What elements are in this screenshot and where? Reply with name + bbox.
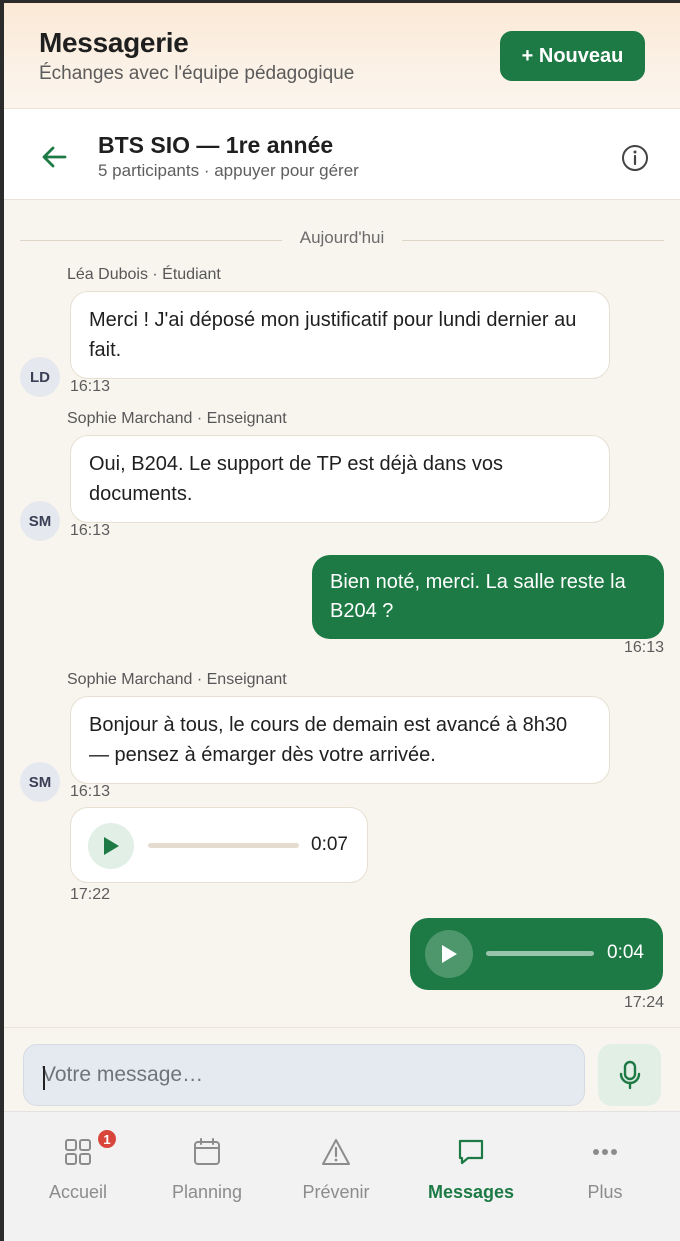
audio-duration: 0:07 — [311, 834, 348, 855]
audio-progress-track[interactable] — [148, 843, 299, 848]
notification-badge: 1 — [96, 1128, 118, 1150]
nav-item-label: Planning — [171, 1182, 243, 1202]
conversation-header[interactable]: BTS SIO — 1re année 5 participants · app… — [4, 109, 680, 200]
info-icon — [622, 145, 648, 171]
text-caret — [43, 1066, 45, 1090]
message-time: 16:13 — [70, 783, 111, 800]
message-list[interactable]: Aujourd'hui Léa Dubois · Étudiant Merci … — [4, 200, 680, 1027]
audio-progress-track[interactable] — [486, 951, 594, 956]
message-bubble[interactable]: Merci ! J'ai déposé mon justificatif pou… — [70, 291, 610, 379]
voice-message[interactable]: 0:07 — [70, 807, 368, 883]
audio-duration: 0:04 — [607, 942, 644, 963]
day-separator: Aujourd'hui — [20, 228, 664, 252]
nav-item-label: Plus — [587, 1182, 623, 1202]
info-button[interactable] — [618, 141, 652, 175]
avatar[interactable]: SM — [20, 501, 60, 541]
page-title: Messagerie — [39, 27, 189, 58]
message-composer — [4, 1027, 680, 1111]
message-sender: Léa Dubois · Étudiant — [67, 266, 221, 283]
message-input[interactable] — [23, 1044, 585, 1106]
own-voice-message[interactable]: 0:04 — [410, 918, 663, 990]
grid-icon — [65, 1139, 91, 1165]
nav-item-label: Messages — [427, 1182, 515, 1202]
nav-item-label: Accueil — [48, 1182, 108, 1202]
app-screen: Messagerie Échanges avec l'équipe pédago… — [4, 3, 680, 1241]
voice-record-button[interactable] — [598, 1044, 661, 1106]
bottom-navigation: 1 Accueil Planning Prévenir Messages Plu… — [4, 1111, 680, 1241]
message-time: 17:22 — [70, 886, 111, 903]
play-icon — [442, 945, 457, 963]
play-icon — [104, 837, 119, 855]
arrow-left-icon — [42, 146, 67, 168]
conversation-participants[interactable]: 5 participants · appuyer pour gérer — [98, 161, 359, 181]
message-time: 16:13 — [70, 378, 111, 395]
conversation-title[interactable]: BTS SIO — 1re année — [98, 132, 333, 159]
message-sender: Sophie Marchand · Enseignant — [67, 410, 287, 427]
page-subtitle: Échanges avec l'équipe pédagogique — [39, 63, 355, 84]
play-button[interactable] — [88, 823, 134, 869]
message-bubble[interactable]: Oui, B204. Le support de TP est déjà dan… — [70, 435, 610, 523]
nav-item-planning[interactable]: Planning — [147, 1112, 267, 1212]
nav-item-label: Prévenir — [302, 1182, 370, 1202]
warning-icon — [322, 1139, 350, 1165]
nav-item-accueil[interactable]: 1 Accueil — [18, 1112, 138, 1212]
nav-item-prevenir[interactable]: Prévenir — [276, 1112, 396, 1212]
new-conversation-button[interactable]: + Nouveau — [500, 31, 645, 81]
message-time: 16:13 — [70, 522, 111, 539]
own-message-bubble[interactable]: Bien noté, merci. La salle reste la B204… — [312, 555, 664, 639]
microphone-icon — [619, 1060, 640, 1090]
day-separator-label: Aujourd'hui — [287, 228, 397, 247]
more-icon — [593, 1149, 617, 1155]
nav-item-messages[interactable]: Messages — [411, 1112, 531, 1212]
chat-icon — [458, 1139, 484, 1165]
app-header: Messagerie Échanges avec l'équipe pédago… — [4, 3, 680, 109]
message-bubble[interactable]: Bonjour à tous, le cours de demain est a… — [70, 696, 610, 784]
avatar[interactable]: SM — [20, 762, 60, 802]
play-button[interactable] — [425, 930, 473, 978]
avatar[interactable]: LD — [20, 357, 60, 397]
nav-item-plus[interactable]: Plus — [545, 1112, 665, 1212]
message-sender: Sophie Marchand · Enseignant — [67, 671, 287, 688]
calendar-icon — [194, 1138, 220, 1165]
message-time: 17:24 — [623, 994, 664, 1011]
back-button[interactable] — [36, 139, 72, 175]
message-time: 16:13 — [623, 639, 664, 656]
